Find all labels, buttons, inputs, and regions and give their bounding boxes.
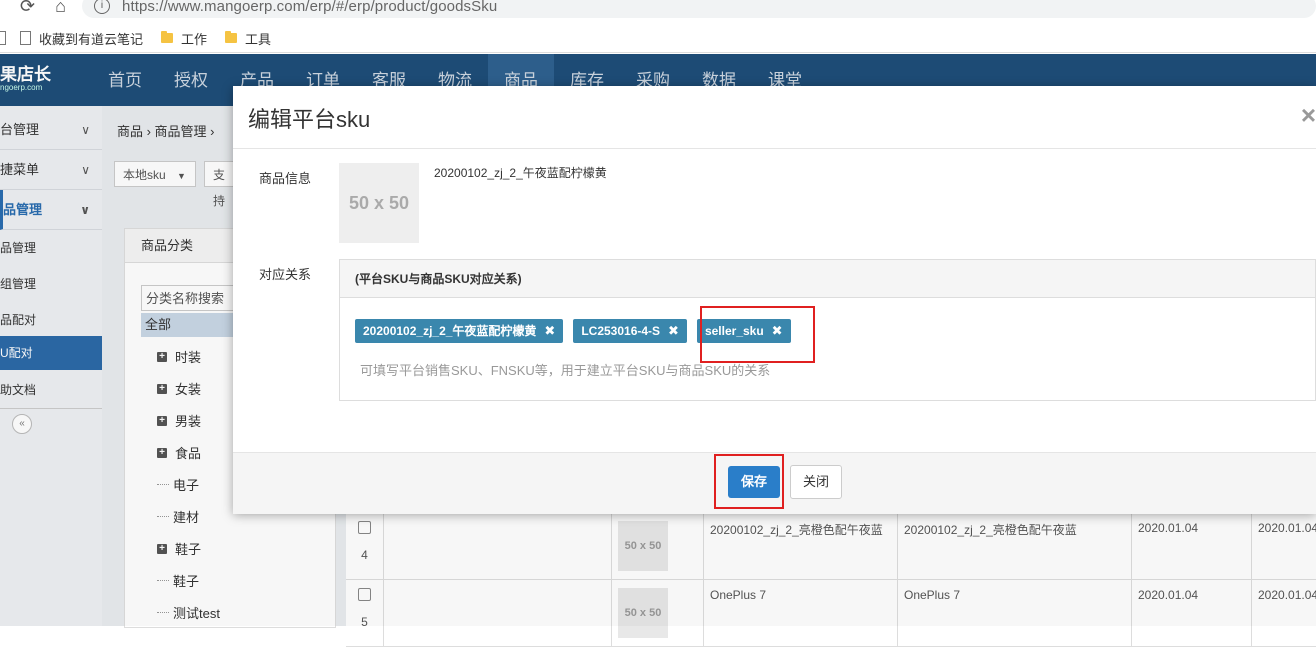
bookmark-tools[interactable]: 工具 (225, 29, 271, 48)
bookmark-youdao[interactable]: 收藏到有道云笔记 (20, 29, 143, 48)
highlight-box (714, 454, 784, 509)
remove-tag-icon[interactable]: ✖ (544, 319, 555, 343)
browser-nav: ⟳ ⌂ (0, 0, 66, 16)
product-name: 20200102_zj_2_午夜蓝配柠檬黄 (434, 166, 607, 180)
page-icon (20, 31, 31, 45)
bookmark-label: 工具 (245, 31, 272, 47)
close-icon[interactable]: × (1301, 100, 1316, 131)
sku-tag[interactable]: LC253016-4-S ✖ (573, 319, 687, 343)
bookmark-work[interactable]: 工作 (161, 29, 207, 48)
tag-label: LC253016-4-S (581, 324, 661, 338)
info-icon[interactable]: i (94, 0, 110, 14)
modal-header: 编辑平台sku × (233, 86, 1316, 149)
tag-label: 20200102_zj_2_午夜蓝配柠檬黄 (363, 324, 537, 338)
edit-platform-sku-modal: 编辑平台sku × 商品信息 50 x 50 20200102_zj_2_午夜蓝… (233, 86, 1316, 514)
close-button[interactable]: 关闭 (790, 465, 842, 499)
modal-title: 编辑平台sku (248, 107, 371, 132)
sku-tag[interactable]: 20200102_zj_2_午夜蓝配柠檬黄 ✖ (355, 319, 564, 343)
bookmark-label: 收藏到有道云笔记 (39, 31, 144, 47)
apps-icon[interactable] (0, 31, 6, 45)
remove-tag-icon[interactable]: ✖ (668, 319, 679, 343)
highlight-box (700, 306, 815, 363)
address-bar[interactable]: i https://www.mangoerp.com/erp/#/erp/pro… (82, 0, 1316, 18)
url-text: https://www.mangoerp.com/erp/#/erp/produ… (122, 0, 498, 15)
reload-icon[interactable]: ⟳ (20, 0, 35, 17)
relation-box: (平台SKU与商品SKU对应关系) 20200102_zj_2_午夜蓝配柠檬黄 … (339, 259, 1316, 401)
folder-icon (225, 31, 238, 43)
relation-label: 对应关系 (259, 267, 312, 282)
product-image: 50 x 50 (339, 163, 419, 243)
home-icon[interactable]: ⌂ (55, 0, 66, 17)
product-info-label: 商品信息 (259, 171, 312, 186)
folder-icon (161, 31, 174, 43)
bookmarks-bar: 收藏到有道云笔记 工作 工具 (0, 24, 1316, 53)
relation-box-header: (平台SKU与商品SKU对应关系) (340, 260, 1315, 298)
bookmark-label: 工作 (181, 31, 208, 47)
